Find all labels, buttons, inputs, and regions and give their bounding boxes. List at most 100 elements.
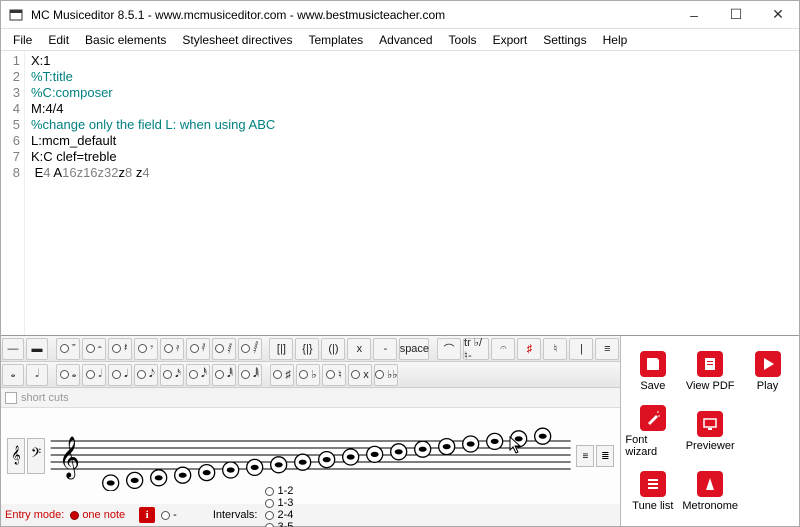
interval-2-4[interactable]: 2-4 [265,509,293,521]
code-line[interactable]: K:C clef=treble [31,149,799,165]
font-wizard-button[interactable]: Font wizard [625,402,680,460]
staff-note-10[interactable] [343,449,359,465]
code-editor[interactable]: 12345678 X:1%T:title%C:composerM:4/4%cha… [1,51,799,335]
bracket-x[interactable]: x [347,338,371,360]
menu-help[interactable]: Help [595,31,636,49]
note-radio-7[interactable]: 𝅘𝅥𝅲 [238,364,262,386]
accidental-0[interactable]: ♯ [270,364,294,386]
accidental-2[interactable]: ♮ [322,364,346,386]
note-radio-5[interactable]: 𝅘𝅥𝅰 [186,364,210,386]
play-button[interactable]: Play [740,342,795,400]
bracket-[interactable]: {|} [295,338,319,360]
bracket-[interactable]: (|) [321,338,345,360]
rest-radio-1[interactable]: 𝄼 [82,338,106,360]
staff-note-11[interactable] [367,446,383,462]
rest-half-button[interactable]: ▬ [26,338,48,360]
rest-radio-3[interactable]: 𝄾 [134,338,158,360]
accidental-4[interactable]: ♭♭ [374,364,398,386]
rest-radio-6[interactable]: 𝅁 [212,338,236,360]
code-line[interactable]: X:1 [31,53,799,69]
staff-note-7[interactable] [271,457,287,473]
note-radio-4[interactable]: 𝅘𝅥𝅯 [160,364,184,386]
note-radio-6[interactable]: 𝅘𝅥𝅱 [212,364,236,386]
bass-clef-button[interactable]: 𝄢 [27,438,45,474]
staff-view-button-1[interactable]: ≡ [576,445,594,467]
menu-stylesheet-directives[interactable]: Stylesheet directives [174,31,300,49]
staff-note-15[interactable] [463,436,479,452]
code-line[interactable]: %C:composer [31,85,799,101]
code-line[interactable]: E4 A16z16z32z8 z4 [31,165,799,181]
previewer-button[interactable]: Previewer [682,402,738,460]
minimize-button[interactable]: – [673,1,715,29]
ornament-4[interactable]: ♮ [543,338,567,360]
menu-advanced[interactable]: Advanced [371,31,440,49]
code-line[interactable]: L:mcm_default [31,133,799,149]
ornament-6[interactable]: ≡ [595,338,619,360]
staff-note-9[interactable] [319,452,335,468]
code-area[interactable]: X:1%T:title%C:composerM:4/4%change only … [25,51,799,335]
note-open-button[interactable]: 𝅝 [2,364,24,386]
bracket-[interactable]: [|] [269,338,293,360]
staff-note-18[interactable] [535,428,551,444]
staff-view-button-2[interactable]: ≣ [596,445,614,467]
maximize-button[interactable]: ☐ [715,1,757,29]
staff-note-5[interactable] [223,462,239,478]
tune-list-button[interactable]: Tune list [625,462,680,520]
shortcuts-checkbox[interactable] [5,392,17,404]
menu-file[interactable]: File [5,31,40,49]
rest-radio-7[interactable]: 𝅂 [238,338,262,360]
code-line[interactable]: M:4/4 [31,101,799,117]
bracket-space[interactable]: space [399,338,429,360]
note-radio-3[interactable]: 𝅘𝅥𝅮 [134,364,158,386]
staff-note-16[interactable] [487,433,503,449]
note-half-button[interactable]: 𝅗𝅥 [26,364,48,386]
staff-note-17[interactable] [511,431,527,447]
close-button[interactable]: ✕ [757,1,799,29]
menu-export[interactable]: Export [485,31,536,49]
rest-radio-4[interactable]: 𝄿 [160,338,184,360]
staff-note-8[interactable] [295,454,311,470]
interval-1-2[interactable]: 1-2 [265,485,293,497]
note-radio-1[interactable]: 𝅗𝅥 [82,364,106,386]
ornament-3[interactable]: ♯ [517,338,541,360]
rest-radio-2[interactable]: 𝄽 [108,338,132,360]
ornament-0[interactable]: ⌒ [437,338,461,360]
menu-basic-elements[interactable]: Basic elements [77,31,174,49]
staff-note-0[interactable] [103,475,119,491]
entry-mode-one-note[interactable]: one note [70,509,125,521]
menu-tools[interactable]: Tools [441,31,485,49]
rest-whole-button[interactable]: — [2,338,24,360]
code-line[interactable]: %change only the field L: when using ABC [31,117,799,133]
menu-templates[interactable]: Templates [300,31,371,49]
note-radio-0[interactable]: 𝅝 [56,364,80,386]
menu-edit[interactable]: Edit [40,31,77,49]
accidental-3[interactable]: x [348,364,372,386]
entry-dash-option[interactable]: - [161,509,177,521]
note-radio-2[interactable]: 𝅘𝅥 [108,364,132,386]
staff-note-12[interactable] [391,444,407,460]
bracket-[interactable]: - [373,338,397,360]
rest-radio-5[interactable]: 𝅀 [186,338,210,360]
staff-note-14[interactable] [439,439,455,455]
staff-note-4[interactable] [199,465,215,481]
staff-note-3[interactable] [175,467,191,483]
info-icon[interactable]: i [139,507,155,523]
ornament-2[interactable]: 𝄐 [491,338,515,360]
staff-note-1[interactable] [127,472,143,488]
staff-note-13[interactable] [415,441,431,457]
menu-settings[interactable]: Settings [535,31,594,49]
metronome-button[interactable]: Metronome [682,462,738,520]
interval-3-5[interactable]: 3-5 [265,521,293,527]
treble-clef-button[interactable]: 𝄞 [7,438,25,474]
accidental-1[interactable]: ♭ [296,364,320,386]
ornament-5[interactable]: | [569,338,593,360]
staff-note-2[interactable] [151,470,167,486]
interval-1-3[interactable]: 1-3 [265,497,293,509]
save-button[interactable]: Save [625,342,680,400]
rest-radio-0[interactable]: 𝄻 [56,338,80,360]
ornament-1[interactable]: tr ♭/♮- [463,338,489,360]
view-pdf-button[interactable]: View PDF [682,342,738,400]
staff-note-6[interactable] [247,459,263,475]
code-line[interactable]: %T:title [31,69,799,85]
staff-display[interactable]: 𝄞 [47,421,574,491]
